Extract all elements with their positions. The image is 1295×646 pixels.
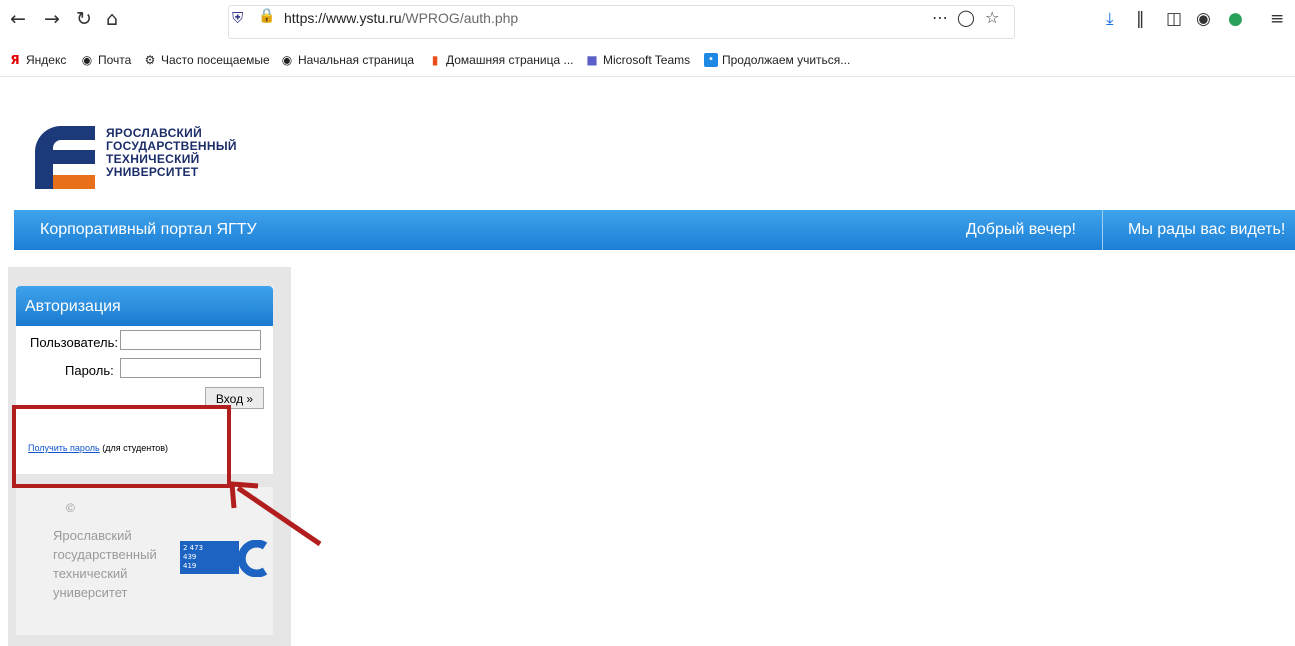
account-icon[interactable]: ◉ bbox=[1196, 9, 1211, 29]
bookmark-start-page[interactable]: ◉ Начальная страница bbox=[280, 53, 414, 67]
footer-line: государственный bbox=[53, 547, 157, 562]
banner-divider bbox=[1102, 210, 1103, 250]
pocket-icon[interactable]: ◯ bbox=[957, 8, 975, 27]
gear-icon: ⚙ bbox=[144, 53, 156, 67]
url-host: https://www.ystu.ru bbox=[284, 10, 402, 26]
counter-value: 419 bbox=[183, 562, 197, 570]
copyright-symbol: © bbox=[66, 501, 75, 515]
portal-title: Корпоративный портал ЯГТУ bbox=[40, 221, 257, 238]
bookmark-home-page[interactable]: ▮ Домашняя страница ... bbox=[428, 53, 574, 67]
globe-icon: ◉ bbox=[281, 53, 293, 67]
annotation-highlight-box bbox=[12, 405, 231, 488]
home-icon[interactable]: ⌂ bbox=[106, 8, 118, 30]
yandex-icon: Я bbox=[10, 53, 20, 67]
auth-title: Авторизация bbox=[25, 298, 121, 315]
logo-line: УНИВЕРСИТЕТ bbox=[106, 165, 199, 179]
page-actions-icon[interactable]: ⋯ bbox=[932, 8, 948, 27]
footer-org-name: Ярославский государственный технический … bbox=[53, 526, 157, 602]
annotation-arrow-icon bbox=[229, 481, 322, 547]
bookmark-frequent[interactable]: ⚙ Часто посещаемые bbox=[143, 53, 270, 67]
reload-icon[interactable]: ↻ bbox=[76, 8, 92, 30]
username-label: Пользователь: bbox=[30, 335, 118, 350]
bookmark-label: Яндекс bbox=[26, 53, 67, 67]
counter-value: 439 bbox=[183, 553, 197, 561]
counter-value: 2 473 bbox=[183, 544, 204, 552]
forward-icon[interactable]: → bbox=[44, 8, 60, 30]
bookmark-label: Начальная страница bbox=[298, 53, 415, 67]
teams-icon: ■ bbox=[586, 53, 598, 67]
bookmark-mail[interactable]: ◉ Почта bbox=[80, 53, 132, 67]
password-input[interactable] bbox=[120, 358, 261, 378]
url-text[interactable]: https://www.ystu.ru/WPROG/auth.php bbox=[284, 10, 518, 26]
download-icon[interactable]: ⤓ bbox=[1106, 9, 1114, 29]
bookmark-teams[interactable]: ■ Microsoft Teams bbox=[585, 53, 690, 67]
footer-line: технический bbox=[53, 566, 128, 581]
lock-icon[interactable]: 🔒 bbox=[258, 8, 275, 24]
bookmark-yandex[interactable]: Я Яндекс bbox=[8, 53, 66, 67]
bookmark-learning[interactable]: • Продолжаем учиться... bbox=[704, 53, 850, 67]
greeting-text: Добрый вечер! bbox=[965, 221, 1076, 238]
back-icon[interactable]: ← bbox=[10, 8, 26, 30]
bookmark-label: Продолжаем учиться... bbox=[722, 53, 851, 67]
username-input[interactable] bbox=[120, 330, 261, 350]
portal-banner: Корпоративный портал ЯГТУ Добрый вечер! … bbox=[14, 210, 1295, 250]
bookmark-label: Домашняя страница ... bbox=[446, 53, 574, 67]
footer-line: Ярославский bbox=[53, 528, 132, 543]
library-icon[interactable]: ‖ bbox=[1136, 9, 1145, 29]
bookmark-label: Почта bbox=[98, 53, 132, 67]
menu-icon[interactable]: ≡ bbox=[1270, 9, 1284, 29]
sidebar-icon[interactable]: ◫ bbox=[1166, 9, 1182, 29]
bookmark-star-icon[interactable]: ☆ bbox=[985, 8, 999, 27]
office-icon: ▮ bbox=[431, 53, 439, 67]
university-logo-icon[interactable] bbox=[35, 126, 95, 189]
learning-icon: • bbox=[704, 53, 718, 67]
welcome-text: Мы рады вас видеть! bbox=[1128, 221, 1286, 238]
globe-icon: ◉ bbox=[81, 53, 93, 67]
bookmark-label: Часто посещаемые bbox=[161, 53, 270, 67]
university-logo-text: ЯРОСЛАВСКИЙ ГОСУДАРСТВЕННЫЙ ТЕХНИЧЕСКИЙ … bbox=[106, 127, 237, 179]
browser-toolbar: ← → ↻ ⌂ ⛨ 🔒 https://www.ystu.ru/WPROG/au… bbox=[0, 0, 1295, 46]
extension-shield-icon[interactable]: ● bbox=[1228, 9, 1243, 29]
footer-line: университет bbox=[53, 585, 128, 600]
counter-numbers: 2 473 439 419 bbox=[183, 544, 203, 571]
bookmark-label: Microsoft Teams bbox=[603, 53, 691, 67]
auth-header: Авторизация bbox=[16, 286, 273, 326]
tracking-shield-icon[interactable]: ⛨ bbox=[232, 9, 243, 27]
url-path: /WPROG/auth.php bbox=[401, 10, 519, 26]
password-label: Пароль: bbox=[65, 363, 114, 378]
